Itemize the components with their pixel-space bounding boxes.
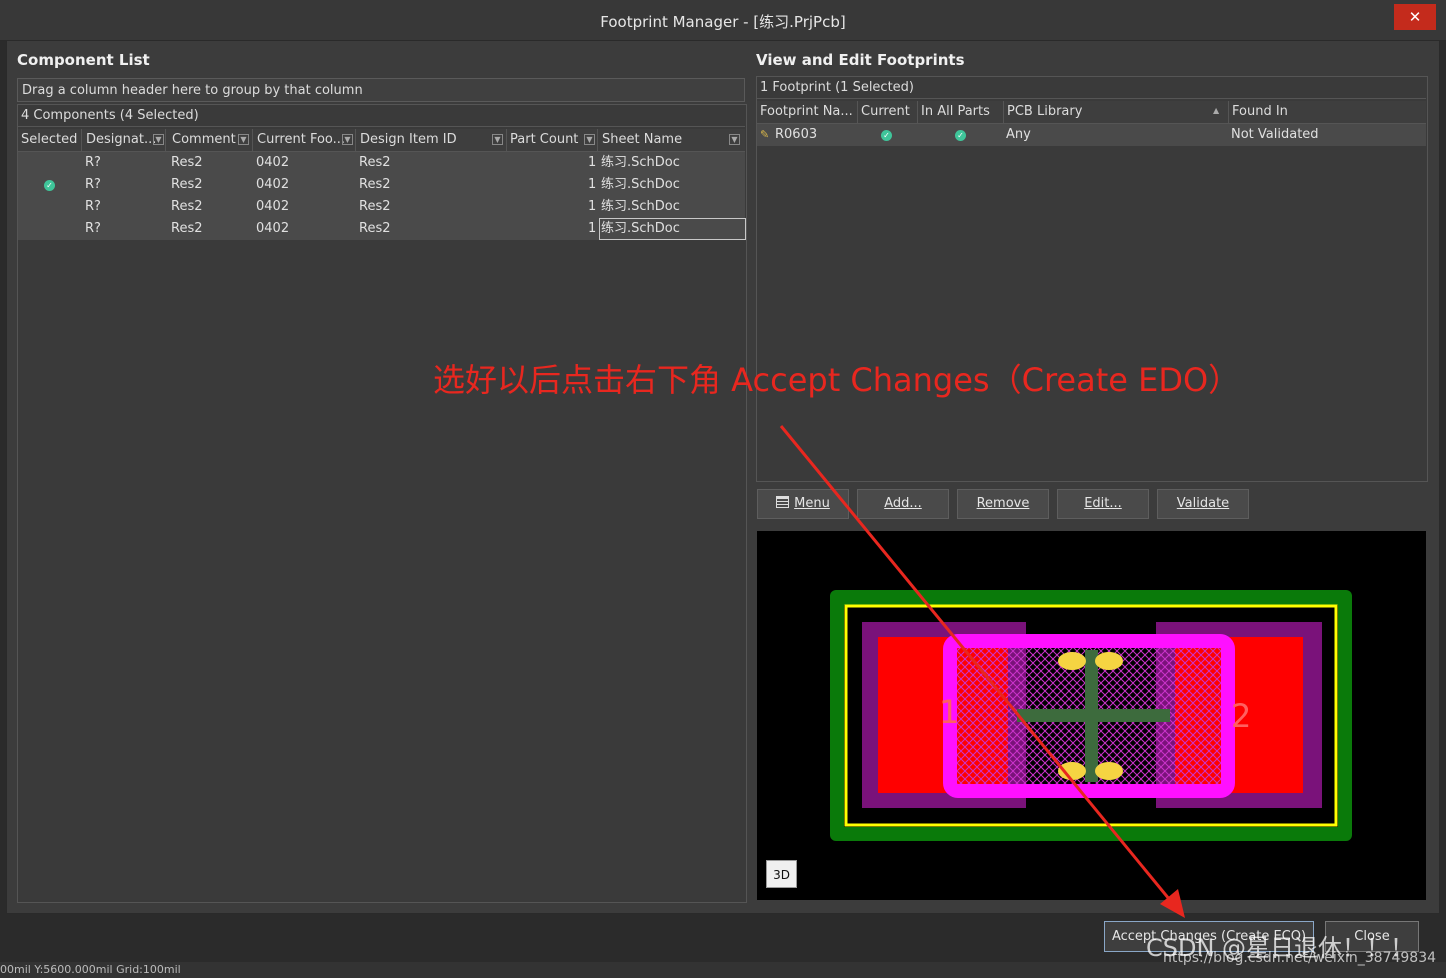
column-in-all-parts[interactable]: In All Parts bbox=[918, 101, 1004, 123]
filter-icon[interactable]: ▼ bbox=[729, 134, 740, 145]
current-check-icon: ✓ bbox=[881, 130, 892, 141]
title-bar: Footprint Manager - [练习.PrjPcb] ✕ bbox=[0, 0, 1446, 41]
column-sheet-name[interactable]: Sheet Name bbox=[599, 129, 745, 151]
edit-button[interactable]: Edit... bbox=[1057, 489, 1149, 519]
column-found-in[interactable]: Found In bbox=[1229, 101, 1426, 123]
cell-comment: Res2 bbox=[171, 221, 203, 236]
add-button-label: Add... bbox=[884, 496, 922, 511]
filter-icon[interactable]: ▼ bbox=[153, 134, 164, 145]
column-pcb-library[interactable]: PCB Library bbox=[1004, 101, 1229, 123]
cell-designator: R? bbox=[85, 155, 101, 170]
cell-design-item: Res2 bbox=[359, 177, 391, 192]
cell-sheet: 练习.SchDoc bbox=[601, 199, 680, 214]
cell-comment: Res2 bbox=[171, 199, 203, 214]
watermark-url: https://blog.csdn.net/weixin_38749834 bbox=[1163, 950, 1437, 966]
in-all-parts-check-icon: ✓ bbox=[955, 130, 966, 141]
table-row[interactable]: ✓ R? Res2 0402 Res2 1 练习.SchDoc bbox=[18, 174, 745, 196]
pad-1-label: 1 bbox=[939, 693, 959, 731]
cell-part-count: 1 bbox=[588, 221, 597, 236]
component-list-heading: Component List bbox=[17, 51, 150, 69]
cell-sheet-focused[interactable]: 练习.SchDoc bbox=[599, 218, 746, 240]
cell-design-item: Res2 bbox=[359, 199, 391, 214]
edit-button-label: Edit... bbox=[1084, 496, 1122, 511]
cell-part-count: 1 bbox=[588, 177, 597, 192]
sort-up-icon: ▲ bbox=[1213, 106, 1220, 115]
table-row[interactable]: R? Res2 0402 Res2 1 练习.SchDoc bbox=[18, 152, 745, 174]
cell-comment: Res2 bbox=[171, 177, 203, 192]
component-column-headers: Selected Designat... ▼ Comment ▼ Current… bbox=[18, 129, 745, 152]
cell-part-count: 1 bbox=[588, 199, 597, 214]
footprint-count: 1 Footprint (1 Selected) bbox=[757, 77, 1426, 99]
component-grid: 4 Components (4 Selected) Selected Desig… bbox=[17, 104, 747, 903]
cell-designator: R? bbox=[85, 221, 101, 236]
footprints-heading: View and Edit Footprints bbox=[756, 51, 965, 69]
column-selected[interactable]: Selected bbox=[18, 129, 82, 151]
cell-sheet: 练习.SchDoc bbox=[601, 177, 680, 192]
filter-icon[interactable]: ▼ bbox=[584, 134, 595, 145]
validate-button-label: Validate bbox=[1176, 496, 1230, 511]
validate-button[interactable]: Validate bbox=[1157, 489, 1249, 519]
filter-icon[interactable]: ▼ bbox=[342, 134, 353, 145]
cell-footprint: 0402 bbox=[256, 221, 290, 236]
cell-pcb-library: Any bbox=[1006, 127, 1031, 142]
footprint-icon: ✎ bbox=[760, 128, 770, 141]
column-current-footprint[interactable]: Current Foo... bbox=[254, 129, 356, 151]
cell-found-in: Not Validated bbox=[1231, 127, 1319, 142]
column-footprint-name[interactable]: Footprint Na... bbox=[757, 101, 858, 123]
pad-2-label: 2 bbox=[1231, 697, 1251, 735]
cell-comment: Res2 bbox=[171, 155, 203, 170]
footprint-preview[interactable]: 1 2 3D bbox=[757, 531, 1426, 900]
window-title: Footprint Manager - [练习.PrjPcb] bbox=[600, 13, 846, 31]
remove-button[interactable]: Remove bbox=[957, 489, 1049, 519]
cell-sheet: 练习.SchDoc bbox=[601, 155, 680, 170]
cell-footprint-name: R0603 bbox=[775, 127, 818, 142]
column-current[interactable]: Current bbox=[858, 101, 918, 123]
3d-toggle-button[interactable]: 3D bbox=[766, 860, 797, 888]
footprint-grid: 1 Footprint (1 Selected) Footprint Na...… bbox=[756, 76, 1428, 482]
menu-button[interactable]: Menu bbox=[757, 489, 849, 519]
cell-designator: R? bbox=[85, 199, 101, 214]
cell-design-item: Res2 bbox=[359, 155, 391, 170]
close-window-button[interactable]: ✕ bbox=[1394, 4, 1436, 30]
cell-design-item: Res2 bbox=[359, 221, 391, 236]
footprint-preview-graphic: 1 2 bbox=[830, 590, 1352, 841]
cell-part-count: 1 bbox=[588, 155, 597, 170]
group-by-hint[interactable]: Drag a column header here to group by th… bbox=[17, 78, 745, 102]
annotation-text: 选好以后点击右下角 Accept Changes（Create EDO） bbox=[433, 361, 1241, 399]
menu-icon bbox=[776, 496, 790, 508]
remove-button-label: Remove bbox=[976, 496, 1030, 511]
cell-designator: R? bbox=[85, 177, 101, 192]
footprint-row[interactable]: ✎ R0603 ✓ ✓ Any Not Validated bbox=[757, 124, 1426, 146]
cell-footprint: 0402 bbox=[256, 155, 290, 170]
cell-footprint: 0402 bbox=[256, 199, 290, 214]
table-row[interactable]: R? Res2 0402 Res2 1 练习.SchDoc bbox=[18, 196, 745, 218]
add-button[interactable]: Add... bbox=[857, 489, 949, 519]
column-design-item-id[interactable]: Design Item ID bbox=[357, 129, 507, 151]
footprint-column-headers: Footprint Na... Current In All Parts PCB… bbox=[757, 101, 1426, 124]
filter-icon[interactable]: ▼ bbox=[238, 134, 249, 145]
column-designator-label: Designat... bbox=[86, 132, 157, 147]
table-row[interactable]: R? Res2 0402 Res2 1 练习.SchDoc bbox=[18, 218, 746, 240]
filter-icon[interactable]: ▼ bbox=[492, 134, 503, 145]
selected-check-icon: ✓ bbox=[44, 180, 55, 191]
component-count: 4 Components (4 Selected) bbox=[18, 105, 745, 127]
menu-button-label: Menu bbox=[794, 496, 830, 511]
cell-footprint: 0402 bbox=[256, 177, 290, 192]
